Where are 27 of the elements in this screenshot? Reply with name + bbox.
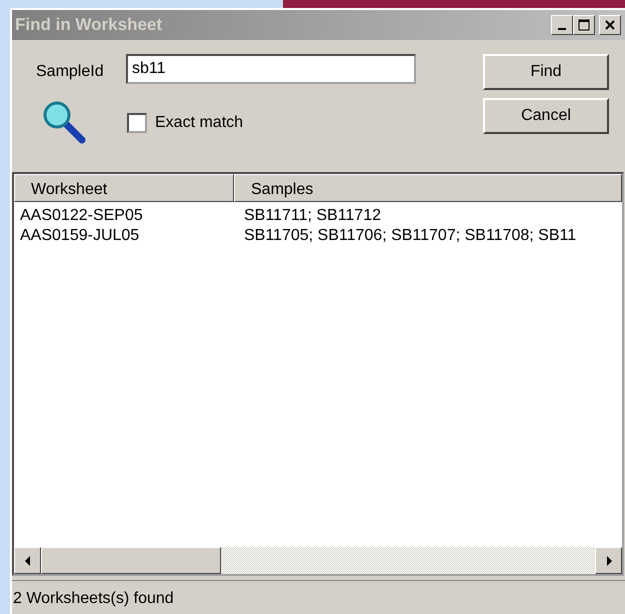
window-title: Find in Worksheet <box>15 14 162 36</box>
maximize-button[interactable] <box>573 15 595 35</box>
search-icon <box>42 100 88 146</box>
right-arrow-icon <box>604 556 612 566</box>
table-cell-text: AAS0159-JUL05 <box>19 226 140 246</box>
close-button[interactable] <box>599 15 621 35</box>
minimize-icon <box>558 28 566 30</box>
status-text: 2 Worksheets(s) found <box>13 590 174 607</box>
column-header[interactable]: Samples <box>234 174 622 202</box>
sample-id-field[interactable]: sb11 <box>126 54 416 84</box>
table-cell-text: SB11711; SB11712 <box>243 206 382 226</box>
cancel-button[interactable]: Cancel <box>483 98 609 134</box>
minimize-button[interactable] <box>551 15 573 35</box>
close-icon <box>604 19 616 31</box>
horizontal-scrollbar[interactable] <box>14 547 622 574</box>
table-cell-text: AAS0122-SEP05 <box>19 206 144 226</box>
scrollbar-thumb[interactable] <box>41 547 221 574</box>
checkbox-label: Exact match <box>155 113 244 133</box>
scroll-right-button[interactable] <box>595 547 622 574</box>
field-label: SampleId <box>36 62 105 82</box>
column-header[interactable]: Worksheet <box>14 174 234 202</box>
table-cell-text: SB11705; SB11706; SB11707; SB11708; SB11 <box>243 226 578 246</box>
left-arrow-icon <box>24 556 32 566</box>
find-button[interactable]: Find <box>483 54 609 90</box>
maximize-icon <box>578 19 590 31</box>
exact-match-checkbox[interactable] <box>127 113 147 133</box>
scroll-left-button[interactable] <box>14 547 41 574</box>
